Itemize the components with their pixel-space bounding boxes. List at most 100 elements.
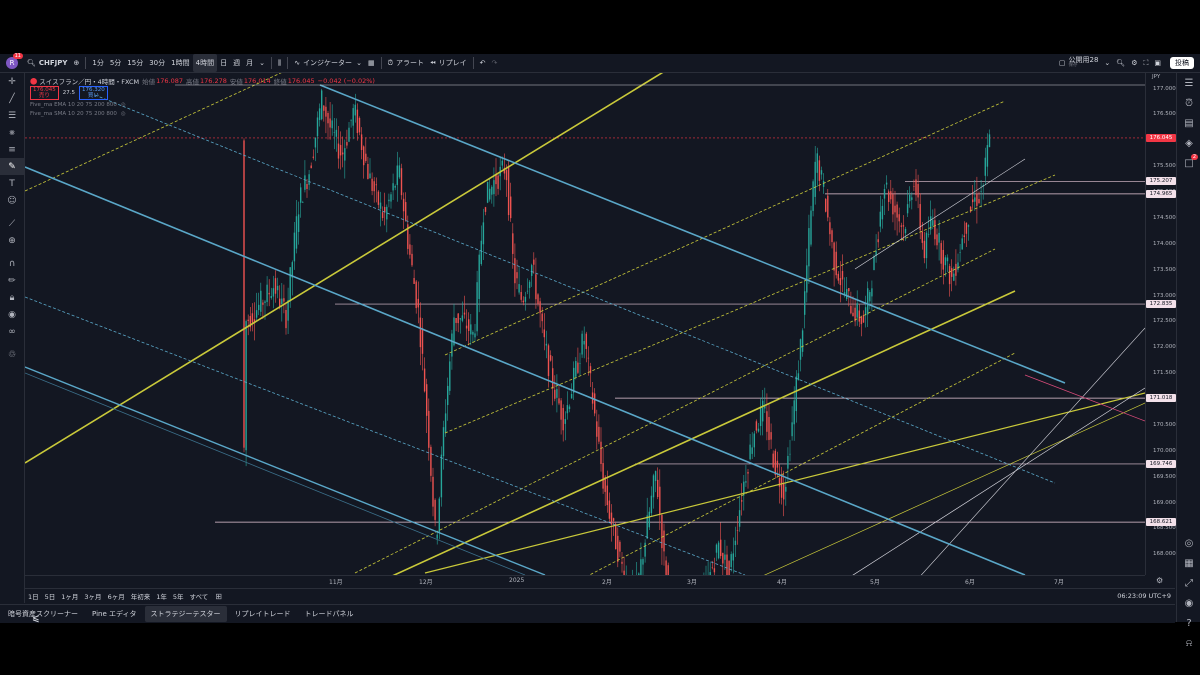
ascending-channel-line[interactable] bbox=[25, 73, 665, 464]
alert-button[interactable]: ⏰︎ アラート bbox=[385, 54, 427, 72]
range-3[interactable]: 3ヶ月 bbox=[81, 591, 104, 601]
clock-display[interactable]: 06:23:09 UTC+9 bbox=[1117, 592, 1171, 600]
timeframe-5[interactable]: 4時間 bbox=[192, 54, 218, 72]
legend-title[interactable]: スイスフラン／円・4時間・FXCM bbox=[39, 76, 139, 86]
timeframe-7[interactable]: 週 bbox=[230, 54, 243, 72]
range-8[interactable]: すべて bbox=[186, 591, 211, 601]
horizontal-line-tool[interactable]: ☰ bbox=[0, 107, 24, 124]
candle-body bbox=[413, 278, 415, 284]
range-7[interactable]: 5年 bbox=[170, 591, 187, 601]
eye-icon[interactable]: ◎ bbox=[121, 111, 126, 117]
link-tool[interactable]: ∞ bbox=[0, 323, 24, 340]
compare-range-icon[interactable]: ⊞ bbox=[215, 592, 222, 601]
layout-button[interactable]: ▢ 公開用28 保存 bbox=[1056, 54, 1102, 72]
ascending-channel-dashed[interactable] bbox=[444, 100, 1006, 356]
indicators-button[interactable]: ∿ インジケーター ⌄ bbox=[291, 54, 365, 72]
expand-button[interactable]: ⤢ bbox=[1177, 573, 1200, 593]
candle-body bbox=[974, 197, 976, 202]
replay-button[interactable]: ⏪︎ リプレイ bbox=[427, 54, 470, 72]
price-chart[interactable] bbox=[25, 73, 1145, 575]
range-0[interactable]: 1日 bbox=[25, 591, 42, 601]
templates-button[interactable]: ▦ bbox=[365, 54, 378, 72]
ascending-channel-line[interactable] bbox=[424, 392, 1145, 574]
range-1[interactable]: 5日 bbox=[42, 591, 59, 601]
currency-label[interactable]: JPY bbox=[1152, 74, 1160, 80]
target-button[interactable]: ◎ bbox=[1177, 533, 1200, 553]
bottom-tab-3[interactable]: リプレイトレード bbox=[229, 606, 297, 622]
emoji-tool[interactable]: ☺︎ bbox=[0, 192, 24, 209]
bottom-tab-0[interactable]: 暗号資産スクリーナー bbox=[2, 606, 84, 622]
indicator-ema-row[interactable]: Five_ma EMA 10 20 75 200 800 ◎ bbox=[30, 100, 375, 109]
timeframe-3[interactable]: 30分 bbox=[146, 54, 168, 72]
ruler-tool[interactable]: ⟋ bbox=[0, 215, 24, 232]
redo-button[interactable]: ↷ bbox=[489, 54, 501, 72]
timeframe-1[interactable]: 5分 bbox=[107, 54, 124, 72]
indicator-sma-row[interactable]: Five_ma SMA 10 20 75 200 800 ◎ bbox=[30, 109, 375, 118]
timeframe-6[interactable]: 日 bbox=[217, 54, 230, 72]
settings-icon[interactable]: ⚙︎ bbox=[1156, 576, 1163, 585]
descending-channel-dashed[interactable] bbox=[94, 94, 1056, 484]
chart-pane[interactable] bbox=[25, 73, 1145, 575]
buy-button[interactable]: 176.320 買い bbox=[79, 86, 108, 100]
snapshot-button[interactable]: ▣ bbox=[1151, 54, 1164, 72]
trendline-tool[interactable]: ╱ bbox=[0, 90, 24, 107]
candle-body bbox=[648, 511, 650, 528]
range-6[interactable]: 1年 bbox=[153, 591, 170, 601]
candle-body bbox=[900, 225, 902, 227]
watchlist-button[interactable]: ☰ bbox=[1177, 73, 1200, 93]
user-avatar[interactable]: R 11 bbox=[6, 53, 23, 69]
descending-channel-line[interactable] bbox=[25, 366, 546, 575]
eye-icon[interactable]: ◎ bbox=[121, 102, 126, 108]
timeframe-0[interactable]: 1分 bbox=[89, 54, 106, 72]
fib-tool[interactable]: ≡ bbox=[0, 141, 24, 158]
time-axis[interactable]: 11月 12月 2025 2月 3月 4月 5月 6月 7月 bbox=[25, 575, 1145, 588]
symbol-search[interactable]: 🔍︎ CHFJPY bbox=[24, 54, 70, 72]
ascending-channel-line[interactable] bbox=[825, 387, 1145, 575]
stay-drawing-tool[interactable]: ✏︎ bbox=[0, 272, 24, 289]
descending-channel-line[interactable] bbox=[25, 372, 526, 575]
descending-channel-dashed[interactable] bbox=[25, 296, 746, 575]
candle-body bbox=[552, 368, 554, 389]
hide-tool[interactable]: ◉ bbox=[0, 306, 24, 323]
streams-button[interactable]: ◉ bbox=[1177, 593, 1200, 613]
publish-button[interactable]: 投稿 bbox=[1170, 57, 1194, 69]
settings-button[interactable]: ⚙︎ bbox=[1128, 54, 1140, 72]
price-axis[interactable]: JPY 177.000176.500176.000175.500175.0001… bbox=[1145, 73, 1176, 575]
data-window-button[interactable]: ▤ bbox=[1177, 113, 1200, 133]
notifications-button[interactable]: ⍾ bbox=[1177, 633, 1200, 653]
chart-type-button[interactable]: ⫼ bbox=[275, 54, 284, 72]
timeframe-2[interactable]: 15分 bbox=[124, 54, 146, 72]
range-2[interactable]: 1ヶ月 bbox=[58, 591, 81, 601]
pattern-tool[interactable]: ⨳ bbox=[0, 124, 24, 141]
alerts-button[interactable]: ⏰︎ bbox=[1177, 93, 1200, 113]
lock-tool[interactable]: 🔒︎ bbox=[0, 289, 24, 306]
bottom-tab-4[interactable]: トレードパネル bbox=[299, 606, 360, 622]
ascending-channel-line[interactable] bbox=[905, 327, 1145, 575]
remove-drawings-tool[interactable]: ♲︎ bbox=[0, 346, 24, 363]
layers-button[interactable]: ◈ bbox=[1177, 133, 1200, 153]
brush-tool[interactable]: ✎ bbox=[0, 158, 24, 175]
chat-button[interactable]: □ 2 bbox=[1177, 153, 1200, 173]
help-button[interactable]: ? bbox=[1177, 613, 1200, 633]
timeframe-dropdown[interactable]: ⌄ bbox=[256, 54, 268, 72]
timeframe-8[interactable]: 月 bbox=[243, 54, 256, 72]
calendar-button[interactable]: ▦ bbox=[1177, 553, 1200, 573]
fullscreen-button[interactable]: ⛶ bbox=[1140, 54, 1151, 72]
crosshair-tool[interactable]: ✛ bbox=[0, 73, 24, 90]
range-5[interactable]: 年初来 bbox=[128, 591, 154, 601]
magnet-tool[interactable]: ∩ bbox=[0, 255, 24, 272]
sell-button[interactable]: 176.045 売り bbox=[30, 86, 59, 100]
quick-search-button[interactable]: 🔍︎ bbox=[1113, 54, 1128, 72]
range-4[interactable]: 6ヶ月 bbox=[105, 591, 128, 601]
undo-button[interactable]: ↶ bbox=[477, 54, 489, 72]
chevron-button[interactable]: ⌄ bbox=[1101, 54, 1113, 72]
zoom-tool[interactable]: ⊕ bbox=[0, 232, 24, 249]
descending-channel-line[interactable] bbox=[319, 84, 1066, 384]
timeframe-4[interactable]: 1時間 bbox=[168, 54, 192, 72]
ascending-channel-line[interactable] bbox=[725, 402, 1145, 575]
text-tool[interactable]: T bbox=[0, 175, 24, 192]
bottom-tab-2[interactable]: ストラテジーテスター bbox=[144, 606, 227, 622]
add-symbol-button[interactable]: ⊕ bbox=[70, 54, 82, 72]
bottom-tab-1[interactable]: Pine エディタ bbox=[86, 606, 143, 622]
link-icon: ∞ bbox=[8, 326, 16, 337]
